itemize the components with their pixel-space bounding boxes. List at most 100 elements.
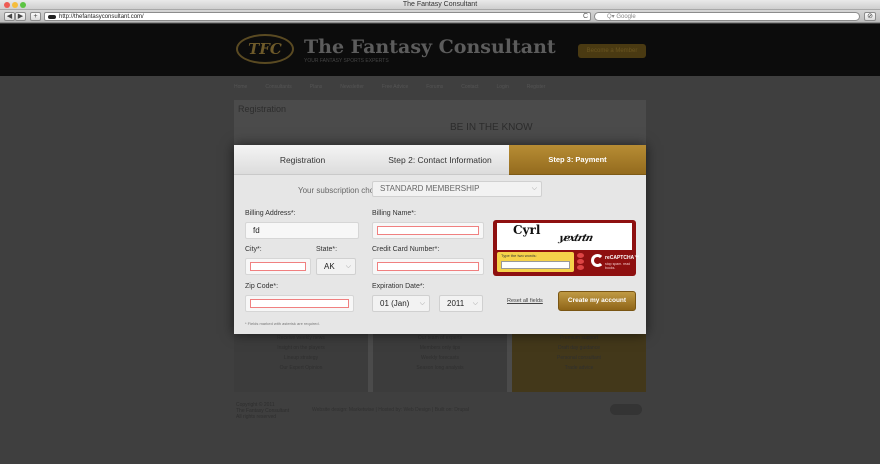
stop-icon[interactable]: ⊘ bbox=[864, 12, 876, 21]
promo-heading: BE IN THE KNOW bbox=[450, 122, 533, 133]
back-arrow-icon[interactable]: ◀ bbox=[4, 12, 15, 21]
subscription-value: STANDARD MEMBERSHIP bbox=[380, 184, 480, 193]
state-select[interactable]: AK ⌵ bbox=[316, 258, 356, 275]
city-label: City*: bbox=[245, 246, 262, 253]
recaptcha-brand: reCAPTCHA™ bbox=[605, 255, 640, 261]
tab-contact-information[interactable]: Step 2: Contact Information bbox=[371, 145, 509, 175]
nav-item[interactable]: Forums bbox=[426, 81, 443, 93]
nav-item[interactable]: Free Advice bbox=[382, 81, 408, 93]
expiration-year-select[interactable]: 2011 ⌵ bbox=[439, 295, 483, 312]
nav-item[interactable]: Consultants bbox=[265, 81, 291, 93]
nav-item[interactable]: Newsletter bbox=[340, 81, 364, 93]
city-input[interactable] bbox=[250, 262, 306, 271]
recaptcha-widget: Cyrl yextrtn Type the two words: reCAPTC… bbox=[493, 220, 639, 276]
create-account-button[interactable]: Create my account bbox=[558, 291, 636, 311]
nav-item[interactable]: Home bbox=[234, 81, 247, 93]
captcha-word-2: yextrtn bbox=[557, 233, 594, 244]
billing-name-field[interactable] bbox=[372, 222, 484, 239]
card-number-input[interactable] bbox=[377, 262, 479, 271]
subscription-select[interactable]: STANDARD MEMBERSHIP ⌵ bbox=[372, 181, 542, 197]
site-tagline: YOUR FANTASY SPORTS EXPERTS bbox=[304, 58, 389, 64]
zip-code-label: Zip Code*: bbox=[245, 283, 279, 290]
become-member-button[interactable]: Become a Member bbox=[578, 44, 646, 58]
registration-modal: Registration Step 2: Contact Information… bbox=[234, 145, 646, 334]
captcha-image: Cyrl yextrtn bbox=[497, 223, 632, 250]
captcha-input-area: Type the two words: bbox=[497, 252, 574, 272]
captcha-input[interactable] bbox=[501, 261, 570, 269]
tab-registration[interactable]: Registration bbox=[234, 145, 371, 175]
forward-arrow-icon[interactable]: ▶ bbox=[15, 12, 26, 21]
section-title: Registration bbox=[238, 104, 287, 114]
step-tabs: Registration Step 2: Contact Information… bbox=[234, 145, 646, 175]
billing-address-field[interactable]: fd bbox=[245, 222, 359, 239]
nav-item[interactable]: Login bbox=[496, 81, 508, 93]
expiration-month-value: 01 (Jan) bbox=[380, 299, 410, 308]
site-logo[interactable]: TFC bbox=[236, 34, 294, 64]
site-title: The Fantasy Consultant bbox=[304, 36, 556, 58]
site-header: TFC The Fantasy Consultant YOUR FANTASY … bbox=[0, 24, 880, 76]
required-note: * Fields marked with asterisk are requir… bbox=[245, 321, 320, 326]
browser-toolbar: ◀ ▶ + http://thefantasyconsultant.com/ C… bbox=[0, 10, 880, 23]
feature-line: Personal consultant bbox=[557, 355, 601, 361]
url-text: http://thefantasyconsultant.com/ bbox=[59, 14, 144, 20]
window-title: The Fantasy Consultant bbox=[402, 1, 478, 8]
site-favicon-icon bbox=[48, 15, 56, 19]
search-placeholder: Q▾ Google bbox=[607, 14, 636, 20]
feature-line: Season long analysis bbox=[416, 365, 464, 371]
feature-line: Lineup strategy bbox=[283, 355, 319, 361]
feature-column: Premium support Draft day guidance Perso… bbox=[512, 332, 646, 392]
billing-address-value: fd bbox=[253, 226, 260, 235]
billing-name-input[interactable] bbox=[377, 226, 479, 235]
help-icon[interactable] bbox=[577, 265, 584, 270]
feature-line: Insight on the players bbox=[277, 345, 325, 351]
expiration-label: Expiration Date*: bbox=[372, 283, 425, 290]
feature-line: Draft day guidance bbox=[558, 345, 600, 351]
site-nav: Home Consultants Plans Newsletter Free A… bbox=[234, 81, 646, 93]
captcha-input-label: Type the two words: bbox=[501, 253, 537, 258]
browser-window: The Fantasy Consultant ◀ ▶ + http://thef… bbox=[0, 0, 880, 464]
tab-payment[interactable]: Step 3: Payment bbox=[509, 145, 646, 175]
nav-item[interactable]: Plans bbox=[310, 81, 323, 93]
recaptcha-logo-icon bbox=[591, 254, 604, 267]
reload-icon[interactable]: C bbox=[583, 13, 588, 21]
feature-column: Our team of experts Members only tips We… bbox=[373, 332, 507, 392]
footer-credits: Website design: Marketwise | Hosted by: … bbox=[312, 407, 469, 413]
feature-line: Premium support bbox=[559, 335, 599, 341]
footer-badge[interactable] bbox=[610, 404, 642, 415]
feature-column: Receive weekly news Insight on the playe… bbox=[234, 332, 368, 392]
feature-line: Our team of experts bbox=[417, 335, 463, 341]
feature-line: Our Expert Opinion bbox=[279, 365, 323, 371]
card-number-label: Credit Card Number*: bbox=[372, 246, 440, 253]
feature-columns: Receive weekly news Insight on the playe… bbox=[234, 332, 646, 392]
zip-code-input[interactable] bbox=[250, 299, 349, 308]
zip-code-field[interactable] bbox=[245, 295, 354, 312]
feature-line: Receive weekly news bbox=[277, 335, 325, 341]
nav-item[interactable]: Register bbox=[527, 81, 546, 93]
chevron-down-icon: ⌵ bbox=[472, 300, 478, 307]
recaptcha-slogan: stop spam. read books. bbox=[605, 262, 631, 270]
state-value: AK bbox=[324, 262, 335, 271]
audio-icon[interactable] bbox=[577, 259, 584, 264]
billing-address-label: Billing Address*: bbox=[245, 210, 296, 217]
address-bar[interactable]: http://thefantasyconsultant.com/ C bbox=[44, 12, 591, 21]
add-bookmark-button[interactable]: + bbox=[30, 12, 41, 21]
feature-line: Weekly forecasts bbox=[421, 355, 459, 361]
feature-line: Members only tips bbox=[419, 345, 461, 351]
refresh-icon[interactable] bbox=[577, 253, 584, 258]
card-number-field[interactable] bbox=[372, 258, 484, 275]
recaptcha-logo: reCAPTCHA™ stop spam. read books. bbox=[591, 252, 639, 272]
footer-copyright: Copyright © 2011 The Fantasy Consultant … bbox=[236, 402, 289, 420]
reset-fields-link[interactable]: Reset all fields bbox=[507, 298, 543, 304]
city-field[interactable] bbox=[245, 258, 311, 275]
captcha-controls bbox=[577, 252, 587, 272]
title-bar: The Fantasy Consultant bbox=[0, 0, 880, 10]
nav-item[interactable]: Contact bbox=[461, 81, 478, 93]
feature-line: Trade advice bbox=[564, 365, 594, 371]
billing-name-label: Billing Name*: bbox=[372, 210, 416, 217]
expiration-month-select[interactable]: 01 (Jan) ⌵ bbox=[372, 295, 430, 312]
footer-line: All rights reserved bbox=[236, 414, 277, 420]
chevron-down-icon: ⌵ bbox=[531, 185, 537, 192]
captcha-word-1: Cyrl bbox=[513, 223, 541, 237]
search-field[interactable]: Q▾ Google bbox=[594, 12, 860, 21]
expiration-year-value: 2011 bbox=[447, 299, 465, 308]
